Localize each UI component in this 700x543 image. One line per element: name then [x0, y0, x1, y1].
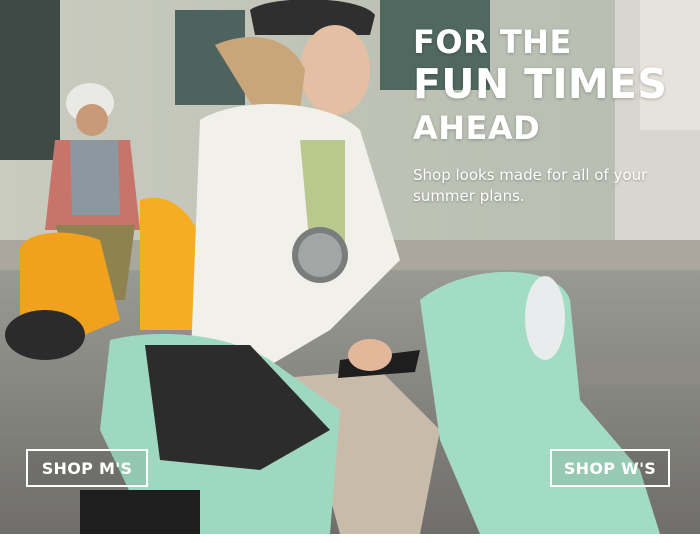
headline-line-2: FUN TIMES: [413, 60, 668, 108]
hero-subtext: Shop looks made for all of your summer p…: [413, 166, 648, 205]
hero-headline: FOR THE FUN TIMES AHEAD: [413, 26, 667, 144]
shop-womens-button[interactable]: SHOP W'S: [550, 449, 670, 487]
hero-banner: FOR THE FUN TIMES AHEAD Shop looks made …: [0, 0, 700, 534]
shop-mens-button[interactable]: SHOP M'S: [26, 449, 148, 487]
headline-line-1: FOR THE: [413, 23, 572, 61]
headline-line-3: AHEAD: [413, 109, 541, 147]
